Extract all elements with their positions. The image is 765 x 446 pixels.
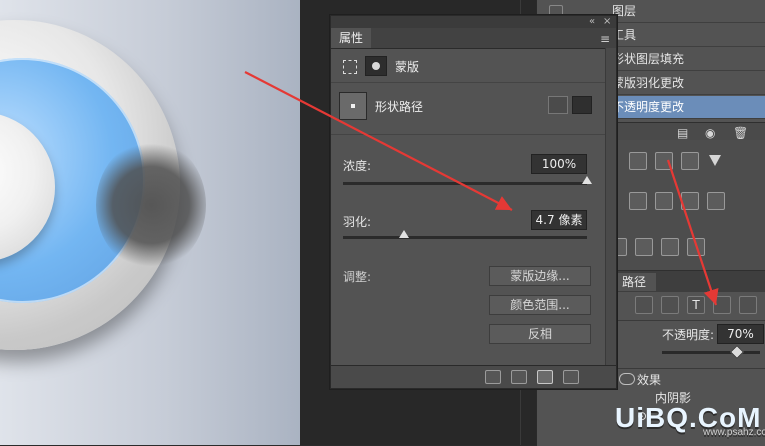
opacity-slider[interactable] <box>662 344 760 360</box>
invert-button[interactable]: 反相 <box>489 324 591 344</box>
eye-icon[interactable] <box>537 370 553 384</box>
adjust-icon[interactable] <box>635 238 653 256</box>
close-icon[interactable]: × <box>603 16 611 28</box>
trash-icon[interactable] <box>563 370 579 384</box>
layer-label: 形状图层填充 <box>612 52 685 66</box>
adjust-icon[interactable] <box>707 192 725 210</box>
filter-adjust-icon[interactable] <box>661 296 679 314</box>
tab-properties[interactable]: 属性 <box>331 28 372 48</box>
effects-label: 效果 <box>637 373 662 387</box>
tab-paths[interactable]: 路径 <box>612 273 657 291</box>
properties-header: 属性 ≡ <box>331 28 616 49</box>
adjust-icon[interactable] <box>687 238 705 256</box>
vector-mask-icon[interactable] <box>365 56 387 76</box>
adjust-label: 调整: <box>343 270 372 284</box>
density-slider-knob[interactable] <box>582 176 592 184</box>
vector-select-icon[interactable] <box>572 96 592 114</box>
trash-icon[interactable]: 🗑 <box>733 126 748 140</box>
properties-mode-row: 蒙版 <box>331 48 616 83</box>
shape-path-label: 形状路径 <box>375 100 424 114</box>
new-fill-icon[interactable]: ▤ <box>677 126 688 140</box>
adjust-icon[interactable] <box>655 192 673 210</box>
layer-label: 不透明度更改 <box>612 100 685 114</box>
shape-path-row: 形状路径 <box>331 82 616 135</box>
layer-label: 蒙版羽化更改 <box>612 76 685 90</box>
add-mask-icon[interactable] <box>548 96 568 114</box>
panel-menu-icon[interactable]: ≡ <box>600 32 610 46</box>
mask-thumbnail[interactable] <box>339 92 367 120</box>
eye-icon[interactable] <box>619 373 635 385</box>
filter-shape-icon[interactable] <box>713 296 731 314</box>
collapse-icon[interactable]: « <box>589 16 595 28</box>
feather-input[interactable]: 4.7 像素 <box>531 210 587 230</box>
color-range-button[interactable]: 颜色范围... <box>489 295 591 315</box>
triangle-icon-svg <box>709 155 721 166</box>
density-slider[interactable] <box>343 176 592 185</box>
filter-image-icon[interactable] <box>635 296 653 314</box>
opacity-input[interactable]: 70% <box>717 324 764 344</box>
opacity-label: 不透明度: <box>662 328 715 342</box>
density-label: 浓度: <box>343 159 372 173</box>
watermark-site: www.psahz.com <box>703 427 765 438</box>
opacity-slider-knob[interactable] <box>729 344 745 360</box>
pixel-mask-icon[interactable] <box>343 60 357 74</box>
mask-edge-button[interactable]: 蒙版边缘... <box>489 266 591 286</box>
shadow-shape <box>96 140 206 270</box>
adjust-icon[interactable] <box>629 152 647 170</box>
camera-icon[interactable]: ◉ <box>705 126 715 140</box>
triangle-icon[interactable] <box>707 152 723 168</box>
mode-label: 蒙版 <box>395 60 420 74</box>
adjust-icon[interactable] <box>629 192 647 210</box>
properties-scrollbar[interactable] <box>605 48 616 368</box>
feather-label: 羽化: <box>343 215 372 229</box>
adjust-icon[interactable] <box>661 238 679 256</box>
feather-slider[interactable] <box>343 230 587 239</box>
adjust-icon[interactable] <box>681 192 699 210</box>
text-filter-icon[interactable]: T <box>687 296 705 314</box>
properties-bottom-bar <box>331 365 616 388</box>
properties-panel: « × 属性 ≡ 蒙版 形状路径 浓度: 100% 羽化: 4.7 像素 调整:… <box>330 15 617 389</box>
load-selection-icon[interactable] <box>485 370 501 384</box>
apply-mask-icon[interactable] <box>511 370 527 384</box>
filter-smart-icon[interactable] <box>739 296 757 314</box>
adjust-icon[interactable] <box>681 152 699 170</box>
feather-slider-knob[interactable] <box>399 230 409 238</box>
watermark-logo: UiBQ.CoM www.psahz.com <box>615 402 765 445</box>
density-input[interactable]: 100% <box>531 154 587 174</box>
adjust-icon[interactable] <box>655 152 673 170</box>
canvas-area[interactable] <box>0 0 300 445</box>
